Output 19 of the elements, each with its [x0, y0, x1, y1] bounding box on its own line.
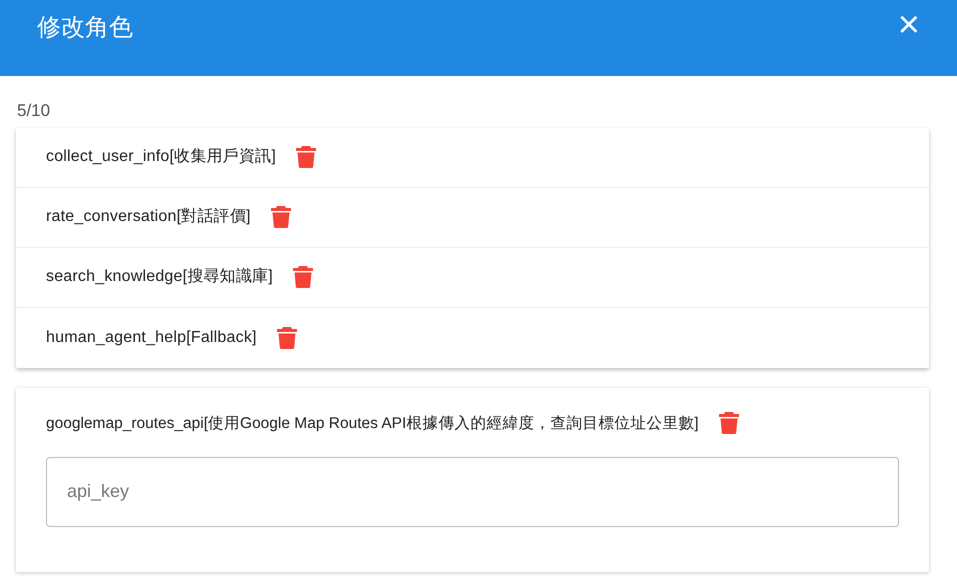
delete-button[interactable] [718, 412, 739, 434]
delete-button[interactable] [270, 206, 291, 228]
tool-label: rate_conversation[對話評價] [46, 206, 251, 227]
dialog-title: 修改角色 [37, 13, 133, 43]
trash-icon [296, 146, 316, 168]
delete-button[interactable] [296, 146, 316, 168]
tool-label: search_knowledge[搜尋知識庫] [46, 266, 273, 287]
trash-icon [718, 412, 739, 434]
tool-label: collect_user_info[收集用戶資訊] [46, 146, 276, 167]
trash-icon [292, 266, 313, 288]
api-key-field[interactable]: api_key [46, 456, 899, 527]
tool-label: googlemap_routes_api[使用Google Map Routes API根據傳入的經緯度，查詢目標位址公里數] [46, 414, 699, 434]
close-button[interactable]: × [898, 6, 920, 44]
trash-icon [270, 206, 291, 228]
trash-icon [276, 326, 297, 348]
delete-button[interactable] [276, 326, 297, 348]
delete-button[interactable] [292, 266, 313, 288]
tool-label: human_agent_help[Fallback] [46, 328, 257, 348]
tool-counter: 5/10 [17, 100, 52, 122]
